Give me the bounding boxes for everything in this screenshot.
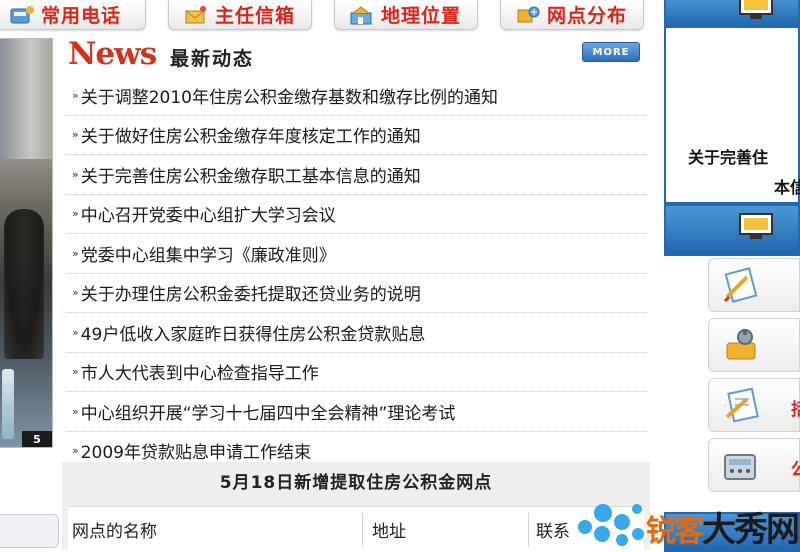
watermark-brand-small: 锐客 <box>646 514 704 549</box>
news-item[interactable]: » 关于调整2010年住房公积金缴存基数和缴存比例的通知 <box>66 76 648 116</box>
arrow-bullet-icon: » <box>72 167 79 181</box>
news-item-title[interactable]: 市人大代表到中心检查指导工作 <box>81 359 319 384</box>
col-address: 地址 <box>372 522 406 542</box>
arrow-bullet-icon: » <box>72 88 79 102</box>
arrow-bullet-icon: » <box>72 325 79 339</box>
arrow-bullet-icon: » <box>72 404 79 418</box>
nav-branch-distribution-button[interactable]: 网点分布 <box>500 0 644 30</box>
network-icon <box>515 4 541 26</box>
news-item-title[interactable]: 关于办理住房公积金委托提取还贷业务的说明 <box>81 280 421 305</box>
news-item[interactable]: » 中心组织开展“学习十七届四中全会精神”理论考试 <box>66 392 648 432</box>
news-item-title[interactable]: 49户低收入家庭昨日获得住房公积金贷款贴息 <box>81 320 426 345</box>
col-branch-name: 网点的名称 <box>72 522 157 542</box>
service-button-4[interactable]: 公 <box>708 438 800 492</box>
nav-director-mailbox-label: 主任信箱 <box>215 5 296 27</box>
news-item[interactable]: » 关于完善住房公积金缴存职工基本信息的通知 <box>66 155 648 195</box>
service-label: 公 <box>791 460 800 480</box>
arrow-bullet-icon: » <box>72 128 79 142</box>
announcement-line-1[interactable]: 关于完善住 <box>688 144 768 168</box>
news-item-title[interactable]: 关于调整2010年住房公积金缴存基数和缴存比例的通知 <box>81 83 498 108</box>
watermark-brand-text: 大秀网 <box>702 510 800 550</box>
service-button-1[interactable] <box>708 258 800 312</box>
branch-notice-panel: 5月18日新增提取住房公积金网点 网点的名称 地址 联系 <box>62 462 650 551</box>
calculator-icon <box>721 447 761 485</box>
news-item-title[interactable]: 关于完善住房公积金缴存职工基本信息的通知 <box>81 162 421 187</box>
form-icon <box>721 387 761 425</box>
phone-book-icon <box>9 4 35 26</box>
notice-table-header: 网点的名称 地址 联系 <box>68 506 644 551</box>
nav-location-label: 地理位置 <box>381 5 462 27</box>
location-icon <box>349 4 375 26</box>
photo-bottle <box>2 369 14 439</box>
nav-location-button[interactable]: 地理位置 <box>334 0 478 30</box>
slide-number-badge[interactable]: 5 <box>22 431 52 447</box>
announcement-box[interactable]: 关于完善住 本信 <box>664 28 800 204</box>
notice-title[interactable]: 5月18日新增提取住房公积金网点 <box>62 468 650 493</box>
notepad-icon <box>721 267 761 305</box>
news-photo-slideshow[interactable]: 5 <box>0 38 53 448</box>
watermark-brand: 锐客大秀网 <box>646 502 800 551</box>
tools-icon <box>721 327 761 365</box>
news-item[interactable]: » 49户低收入家庭昨日获得住房公积金贷款贴息 <box>66 313 648 353</box>
news-item-title[interactable]: 党委中心组集中学习《廉政准则》 <box>81 241 336 266</box>
news-more-button[interactable]: MORE <box>582 42 640 62</box>
service-label: 括 <box>791 400 800 420</box>
site-watermark: 锐客大秀网 <box>578 498 800 550</box>
right-sidebar: 关于完善住 本信 括 公 <box>664 0 800 552</box>
announcement-line-2[interactable]: 本信 <box>774 174 800 198</box>
news-item-title[interactable]: 关于做好住房公积金缴存年度核定工作的通知 <box>81 122 421 147</box>
monitor-icon <box>736 0 776 22</box>
news-title-en: News <box>68 36 157 72</box>
column-divider <box>362 513 363 547</box>
news-header: News 最新动态 MORE <box>66 36 646 72</box>
arrow-bullet-icon: » <box>72 286 79 300</box>
nav-phone-button[interactable]: 常用电话 <box>0 0 146 30</box>
mailbox-icon <box>183 4 209 26</box>
service-button-3[interactable]: 括 <box>708 378 800 432</box>
news-item-title[interactable]: 中心组织开展“学习十七届四中全会精神”理论考试 <box>81 399 456 424</box>
service-button-2[interactable] <box>708 318 800 372</box>
column-divider <box>528 513 529 547</box>
news-item[interactable]: » 中心召开党委中心组扩大学习会议 <box>66 195 648 234</box>
news-item[interactable]: » 党委中心组集中学习《廉政准则》 <box>66 234 648 274</box>
photo-person <box>4 209 44 359</box>
services-header-bar <box>664 204 800 256</box>
arrow-bullet-icon: » <box>72 246 79 260</box>
news-list: » 关于调整2010年住房公积金缴存基数和缴存比例的通知 » 关于做好住房公积金缴存… <box>66 76 648 470</box>
announcement-header-bar <box>664 0 800 28</box>
nav-branch-distribution-label: 网点分布 <box>547 5 628 27</box>
news-item-title[interactable]: 中心召开党委中心组扩大学习会议 <box>81 201 336 226</box>
news-title-cn: 最新动态 <box>170 48 255 70</box>
news-item[interactable]: » 市人大代表到中心检查指导工作 <box>66 353 648 392</box>
arrow-bullet-icon: » <box>72 365 79 379</box>
arrow-bullet-icon: » <box>72 444 79 458</box>
photo-background <box>0 39 52 159</box>
monitor-icon <box>736 212 776 242</box>
news-item[interactable]: » 关于办理住房公积金委托提取还贷业务的说明 <box>66 274 648 313</box>
news-item[interactable]: » 关于做好住房公积金缴存年度核定工作的通知 <box>66 116 648 155</box>
nav-director-mailbox-button[interactable]: 主任信箱 <box>168 0 312 30</box>
col-contact: 联系 <box>536 522 570 542</box>
news-item-title[interactable]: 2009年贷款贴息申请工作结束 <box>81 438 311 463</box>
photo-caption-tab <box>0 514 59 548</box>
arrow-bullet-icon: » <box>72 207 79 221</box>
nav-phone-label: 常用电话 <box>41 5 122 27</box>
